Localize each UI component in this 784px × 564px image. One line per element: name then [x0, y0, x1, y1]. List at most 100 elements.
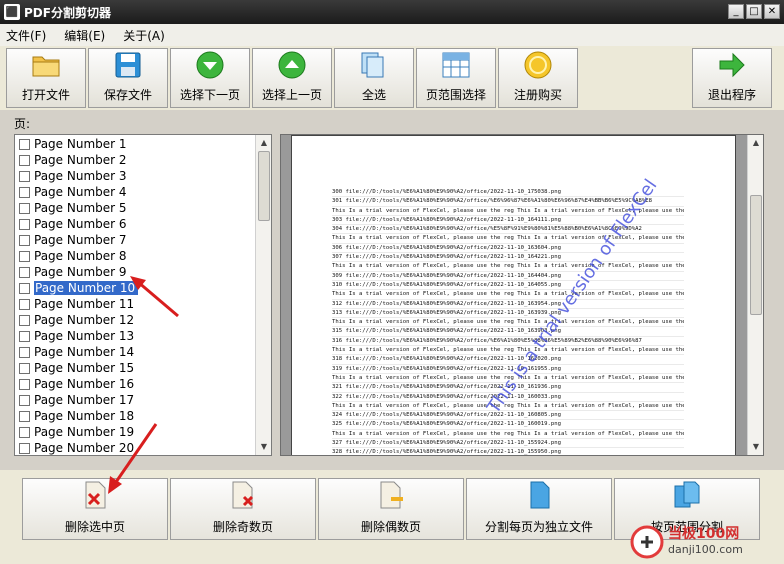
split-icon: [530, 481, 550, 509]
preview-line: 313 file:///D:/tools/%E6%A1%80%E9%90%A2/…: [332, 309, 684, 319]
prev-page-button[interactable]: 选择上一页: [252, 48, 332, 108]
preview-line: This Is a trial version of FlexCel, plea…: [332, 318, 684, 328]
page-checkbox[interactable]: [19, 154, 30, 166]
preview-line: 307 file:///D:/tools/%E6%A1%80%E9%90%A2/…: [332, 253, 684, 263]
open-file-button[interactable]: 打开文件: [6, 48, 86, 108]
page-checkbox[interactable]: [19, 282, 30, 294]
menu-edit[interactable]: 编辑(E): [64, 27, 105, 44]
page-label: Page Number 1: [34, 137, 127, 151]
up-arrow-icon: [276, 49, 308, 80]
page-checkbox[interactable]: [19, 218, 30, 230]
site-url: danji100.com: [668, 543, 743, 556]
page-label: Page Number 15: [34, 361, 135, 375]
title-bar: ⬛ PDF分割剪切器 _ □ ✕: [0, 0, 784, 24]
scroll-down-button[interactable]: ▼: [256, 439, 271, 455]
page-checkbox[interactable]: [19, 250, 30, 262]
split-each-page-button[interactable]: 分割每页为独立文件: [466, 478, 612, 540]
preview-line: This Is a trial version of FlexCel, plea…: [332, 234, 684, 244]
site-name: 当极100网: [668, 526, 740, 542]
page-checkbox[interactable]: [19, 298, 30, 310]
page-label: Page Number 2: [34, 153, 127, 167]
range-split-icon: [674, 481, 700, 508]
page-list-item[interactable]: Page Number 1: [17, 136, 257, 152]
page-checkbox[interactable]: [19, 186, 30, 198]
menu-about[interactable]: 关于(A): [123, 27, 165, 44]
page-checkbox[interactable]: [19, 378, 30, 390]
preview-paper: 300 file:///D:/tools/%E6%A1%80%E9%90%A2/…: [291, 135, 736, 455]
next-page-button[interactable]: 选择下一页: [170, 48, 250, 108]
annotation-arrow-delete-selected: [108, 423, 158, 494]
page-checkbox[interactable]: [19, 362, 30, 374]
save-file-button[interactable]: 保存文件: [88, 48, 168, 108]
preview-line: 316 file:///D:/tools/%E6%A1%80%E9%90%A2/…: [332, 337, 684, 347]
exit-arrow-icon: [716, 49, 748, 80]
page-list-item[interactable]: Page Number 2: [17, 152, 257, 168]
exit-program-button[interactable]: 退出程序: [692, 48, 772, 108]
close-button[interactable]: ✕: [764, 4, 780, 19]
preview-scroll-up[interactable]: ▲: [748, 135, 763, 151]
maximize-button[interactable]: □: [746, 4, 762, 19]
page-label: Page Number 7: [34, 233, 127, 247]
page-label: Page Number 13: [34, 329, 135, 343]
delete-odd-button[interactable]: 删除奇数页: [170, 478, 316, 540]
page-checkbox[interactable]: [19, 346, 30, 358]
page-list-scrollbar[interactable]: ▲ ▼: [255, 135, 271, 455]
page-list-item[interactable]: Page Number 14: [17, 344, 257, 360]
select-all-button[interactable]: 全选: [334, 48, 414, 108]
toolbar: 打开文件 保存文件 选择下一页 选择上一页 全选 页范围选择 注册购买 退出程序: [0, 46, 784, 110]
delete-even-button[interactable]: 删除偶数页: [318, 478, 464, 540]
page-list-item[interactable]: Page Number 5: [17, 200, 257, 216]
page-list-item[interactable]: Page Number 15: [17, 360, 257, 376]
minimize-button[interactable]: _: [728, 4, 744, 19]
page-label: Page Number 6: [34, 217, 127, 231]
preview-line: 327 file:///D:/tools/%E6%A1%80%E9%90%A2/…: [332, 439, 684, 449]
scroll-thumb[interactable]: [258, 151, 270, 221]
preview-line: 309 file:///D:/tools/%E6%A1%80%E9%90%A2/…: [332, 272, 684, 281]
scroll-up-button[interactable]: ▲: [256, 135, 271, 151]
page-checkbox[interactable]: [19, 330, 30, 342]
grid-icon: [440, 49, 472, 80]
page-list-item[interactable]: Page Number 17: [17, 392, 257, 408]
page-checkbox[interactable]: [19, 266, 30, 278]
page-label: Page Number 16: [34, 377, 135, 391]
page-label: Page Number 17: [34, 393, 135, 407]
page-list-item[interactable]: Page Number 3: [17, 168, 257, 184]
annotation-arrow-page-10: [130, 276, 179, 318]
page-list-item[interactable]: Page Number 16: [17, 376, 257, 392]
delete-odd-icon: [232, 481, 254, 509]
preview-scroll-thumb[interactable]: [750, 195, 762, 315]
menu-bar: 文件(F) 编辑(E) 关于(A): [0, 24, 784, 46]
preview-line: 325 file:///D:/tools/%E6%A1%80%E9%90%A2/…: [332, 420, 684, 430]
preview-line: This Is a trial version of FlexCel, plea…: [332, 262, 684, 272]
page-list-item[interactable]: Page Number 7: [17, 232, 257, 248]
menu-file[interactable]: 文件(F): [6, 27, 46, 44]
preview-scrollbar[interactable]: ▲ ▼: [747, 135, 763, 455]
site-logo-icon: [630, 525, 664, 559]
coin-icon: [522, 49, 554, 80]
down-arrow-icon: [194, 49, 226, 80]
preview-line: 306 file:///D:/tools/%E6%A1%80%E9%90%A2/…: [332, 244, 684, 254]
page-checkbox[interactable]: [19, 426, 30, 438]
page-checkbox[interactable]: [19, 138, 30, 150]
app-icon: ⬛: [4, 4, 20, 20]
folder-icon: [30, 49, 62, 80]
preview-scroll-down[interactable]: ▼: [748, 439, 763, 455]
page-label: Page Number 9: [34, 265, 127, 279]
preview-line: This Is a trial version of FlexCel, plea…: [332, 430, 684, 440]
page-preview: 300 file:///D:/tools/%E6%A1%80%E9%90%A2/…: [280, 134, 764, 456]
page-checkbox[interactable]: [19, 234, 30, 246]
page-list-item[interactable]: Page Number 13: [17, 328, 257, 344]
register-buy-button[interactable]: 注册购买: [498, 48, 578, 108]
page-checkbox[interactable]: [19, 410, 30, 422]
page-list-item[interactable]: Page Number 4: [17, 184, 257, 200]
page-checkbox[interactable]: [19, 442, 30, 454]
window-title: PDF分割剪切器: [24, 5, 111, 20]
page-checkbox[interactable]: [19, 394, 30, 406]
page-checkbox[interactable]: [19, 202, 30, 214]
page-range-button[interactable]: 页范围选择: [416, 48, 496, 108]
page-list-item[interactable]: Page Number 8: [17, 248, 257, 264]
page-checkbox[interactable]: [19, 314, 30, 326]
page-checkbox[interactable]: [19, 170, 30, 182]
preview-line: 324 file:///D:/tools/%E6%A1%80%E9%90%A2/…: [332, 411, 684, 421]
page-list-item[interactable]: Page Number 6: [17, 216, 257, 232]
